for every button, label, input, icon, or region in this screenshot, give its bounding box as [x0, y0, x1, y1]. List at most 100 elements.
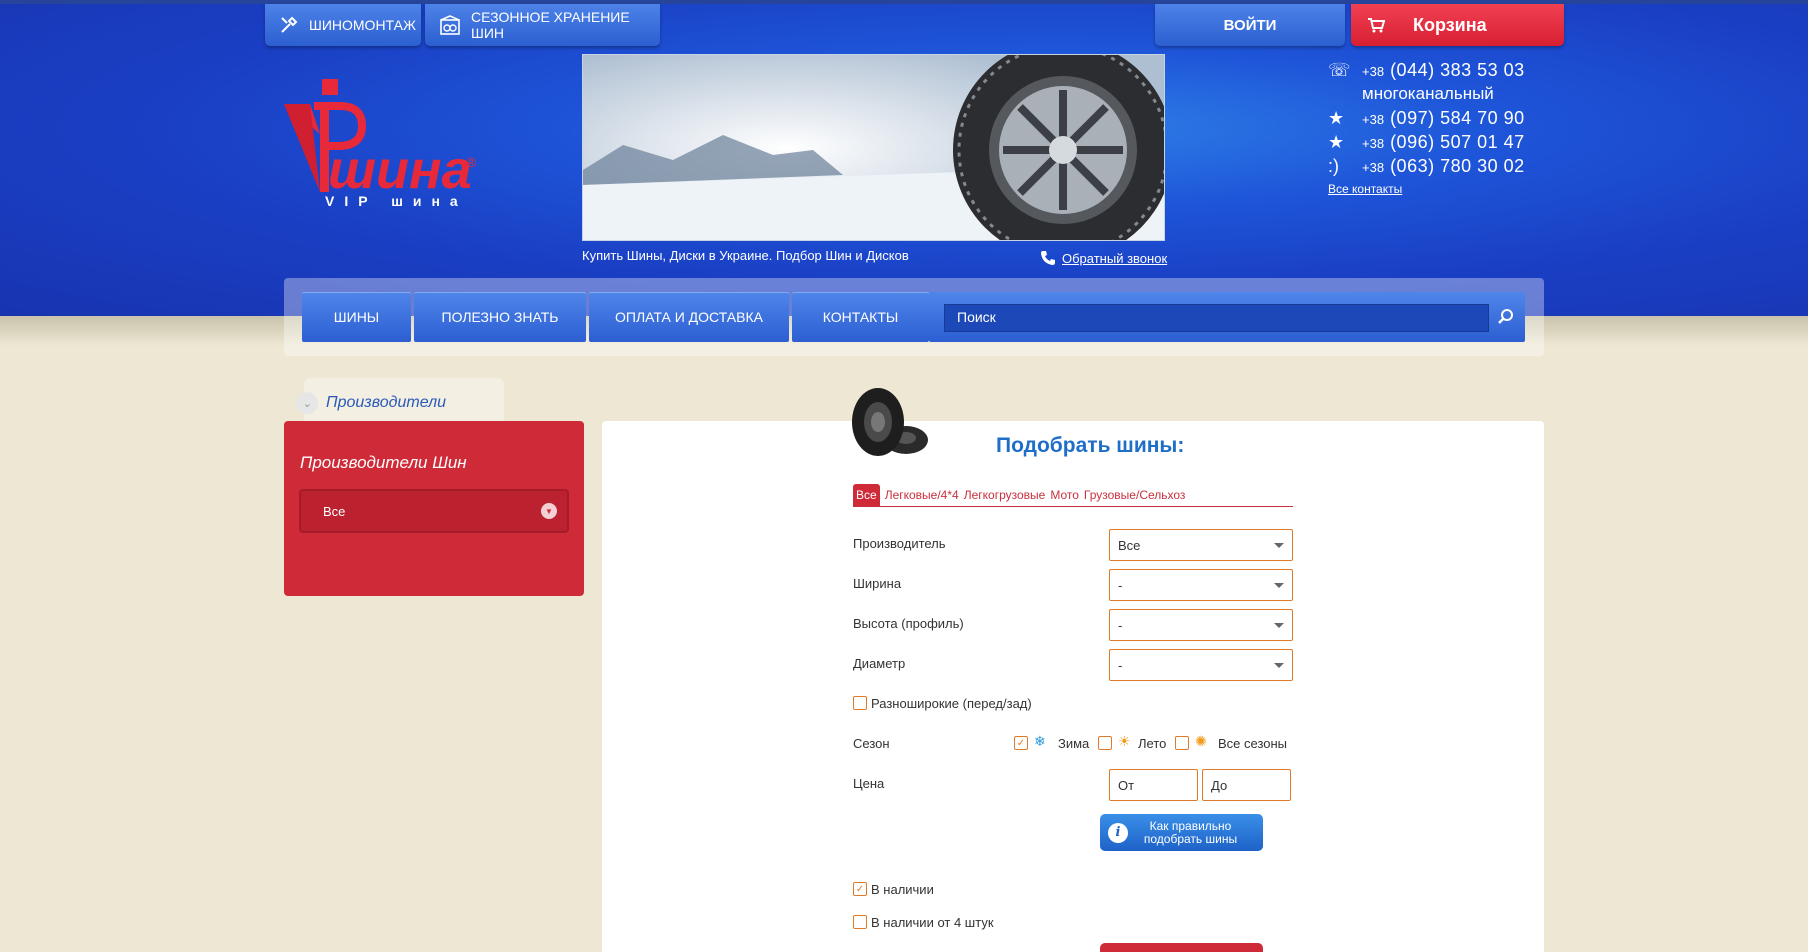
winter-checkbox[interactable]: ✓: [1014, 736, 1028, 750]
garage-icon: [440, 15, 460, 35]
tab-all[interactable]: Все: [853, 484, 880, 506]
cart-button[interactable]: Корзина: [1351, 4, 1564, 46]
info-icon: i: [1108, 822, 1128, 843]
price-to-input[interactable]: До: [1202, 769, 1291, 801]
main-nav: ШИНЫ ПОЛЕЗНО ЗНАТЬ ОПЛАТА И ДОСТАВКА КОН…: [302, 292, 929, 342]
tab-light-truck[interactable]: Легкогрузовые: [964, 484, 1046, 506]
search-input[interactable]: Поиск: [944, 304, 1489, 332]
phone-number: (063) 780 30 02: [1390, 156, 1525, 176]
winter-label: Зима: [1058, 736, 1090, 751]
all-seasons-checkbox[interactable]: [1175, 736, 1189, 750]
diameter-field[interactable]: -: [1109, 649, 1293, 681]
summer-checkbox[interactable]: [1098, 736, 1112, 750]
nav-useful-info[interactable]: ПОЛЕЗНО ЗНАТЬ: [414, 292, 586, 342]
nav-contacts[interactable]: КОНТАКТЫ: [792, 292, 929, 342]
chevron-down-icon: ⌄: [296, 392, 318, 414]
phone-row[interactable]: ★ +38 (096) 507 01 47: [1328, 132, 1525, 156]
logo-subtitle: VIP шина: [325, 193, 468, 209]
manufacturer-select-value: Все: [323, 504, 346, 519]
page-title: Подобрать шины:: [996, 434, 1185, 457]
phone-number: (096) 507 01 47: [1390, 132, 1525, 152]
login-button[interactable]: ВОЙТИ: [1155, 4, 1345, 46]
phone-code: +38: [1362, 160, 1385, 175]
diameter-label: Диаметр: [853, 656, 906, 671]
contacts-block: ☏ +38 (044) 383 53 03 многоканальный ★ +…: [1328, 60, 1525, 196]
star-icon: ★: [1328, 132, 1345, 152]
cart-label: Корзина: [1413, 14, 1487, 35]
phone-code: +38: [1362, 136, 1385, 151]
seasonal-storage-label: СЕЗОННОЕ ХРАНЕНИЕ ШИН: [471, 9, 630, 41]
how-to-choose-label: Как правильно подобрать шины: [1143, 818, 1238, 846]
in-stock-4-label: В наличии от 4 штук: [871, 915, 994, 930]
sun-icon: ☀: [1118, 734, 1131, 750]
banner-caption: Купить Шины, Диски в Украине. Подбор Шин…: [582, 248, 909, 263]
phone-row[interactable]: ★ +38 (097) 584 70 90: [1328, 108, 1525, 132]
all-seasons-icon: ✺: [1195, 734, 1207, 750]
svg-text:®: ®: [466, 154, 477, 170]
search-icon[interactable]: [1494, 306, 1516, 328]
in-stock-label: В наличии: [871, 882, 934, 897]
in-stock-checkbox[interactable]: ✓: [853, 882, 867, 896]
chevron-down-icon: [1274, 583, 1284, 588]
in-stock-4-checkbox[interactable]: [853, 915, 867, 929]
height-field[interactable]: -: [1109, 609, 1293, 641]
search-bar: Поиск: [929, 292, 1525, 342]
manufacturer-label: Производитель: [853, 536, 946, 551]
phone-code: +38: [1362, 64, 1385, 79]
manufacturers-title: Производители Шин: [300, 453, 467, 472]
chevron-down-icon: [1274, 623, 1284, 628]
manufacturer-select[interactable]: Все ▼: [299, 489, 569, 533]
height-field-value: -: [1118, 618, 1123, 633]
phone-number: (097) 584 70 90: [1390, 108, 1525, 128]
phone-row[interactable]: :) +38 (063) 780 30 02: [1328, 156, 1525, 180]
tab-truck-agro[interactable]: Грузовые/Сельхоз: [1084, 484, 1186, 506]
how-to-choose-button[interactable]: i Как правильно подобрать шины: [1100, 814, 1263, 851]
tires-icon: [852, 388, 928, 456]
price-from-input[interactable]: От: [1109, 769, 1198, 801]
manufacturer-field[interactable]: Все: [1109, 529, 1293, 561]
width-field-value: -: [1118, 578, 1123, 593]
summer-label: Лето: [1138, 736, 1167, 751]
search-submit-button[interactable]: [1100, 943, 1263, 952]
hero-banner[interactable]: [582, 54, 1165, 241]
star-icon: ★: [1328, 108, 1345, 128]
phone-row[interactable]: ☏ +38 (044) 383 53 03: [1328, 60, 1525, 84]
width-label: Ширина: [853, 576, 902, 591]
smile-icon: :): [1328, 156, 1339, 176]
phone-number: (044) 383 53 03: [1390, 60, 1525, 80]
nav-payment-delivery[interactable]: ОПЛАТА И ДОСТАВКА: [589, 292, 789, 342]
tab-moto[interactable]: Мото: [1050, 484, 1079, 506]
height-label: Высота (профиль): [853, 616, 964, 631]
season-label: Сезон: [853, 736, 890, 751]
svg-text:шина: шина: [328, 140, 472, 200]
manufacturers-panel: Производители Шин Все ▼: [284, 421, 584, 596]
chevron-down-icon: [1274, 663, 1284, 668]
vehicle-type-tabs: Все Легковые/4*4 Легкогрузовые Мото Груз…: [853, 483, 1293, 507]
wrench-icon: [281, 16, 298, 33]
manufacturer-field-value: Все: [1118, 538, 1141, 553]
chevron-down-icon: [1274, 543, 1284, 548]
phone-code: +38: [1362, 112, 1385, 127]
all-contacts-link[interactable]: Все контакты: [1328, 182, 1525, 196]
tire-fitting-button[interactable]: ШИНОМОНТАЖ: [265, 4, 421, 46]
callback-link[interactable]: Обратный звонок: [1040, 250, 1167, 266]
winter-tire-image: [583, 55, 1164, 240]
diameter-field-value: -: [1118, 658, 1123, 673]
width-field[interactable]: -: [1109, 569, 1293, 601]
wide-checkbox[interactable]: [853, 696, 867, 710]
seasonal-storage-button[interactable]: СЕЗОННОЕ ХРАНЕНИЕ ШИН: [425, 4, 660, 46]
nav-tires[interactable]: ШИНЫ: [302, 292, 411, 342]
multichannel-label: многоканальный: [1362, 84, 1494, 103]
callback-label: Обратный звонок: [1062, 250, 1168, 266]
price-label: Цена: [853, 776, 885, 791]
wide-label: Разноширокие (перед/зад): [871, 696, 1032, 711]
kyivstar-phone-icon: ☏: [1328, 60, 1351, 80]
all-seasons-label: Все сезоны: [1218, 736, 1288, 751]
manufacturers-tab-label: Производители: [326, 394, 446, 411]
phone-icon: [1041, 251, 1055, 265]
dropdown-icon: ▼: [541, 503, 557, 519]
manufacturers-tab[interactable]: ⌄ Производители: [296, 392, 446, 414]
tab-passenger[interactable]: Легковые/4*4: [885, 484, 959, 506]
snowflake-icon: ❄: [1034, 734, 1046, 750]
cart-icon: [1368, 18, 1385, 33]
